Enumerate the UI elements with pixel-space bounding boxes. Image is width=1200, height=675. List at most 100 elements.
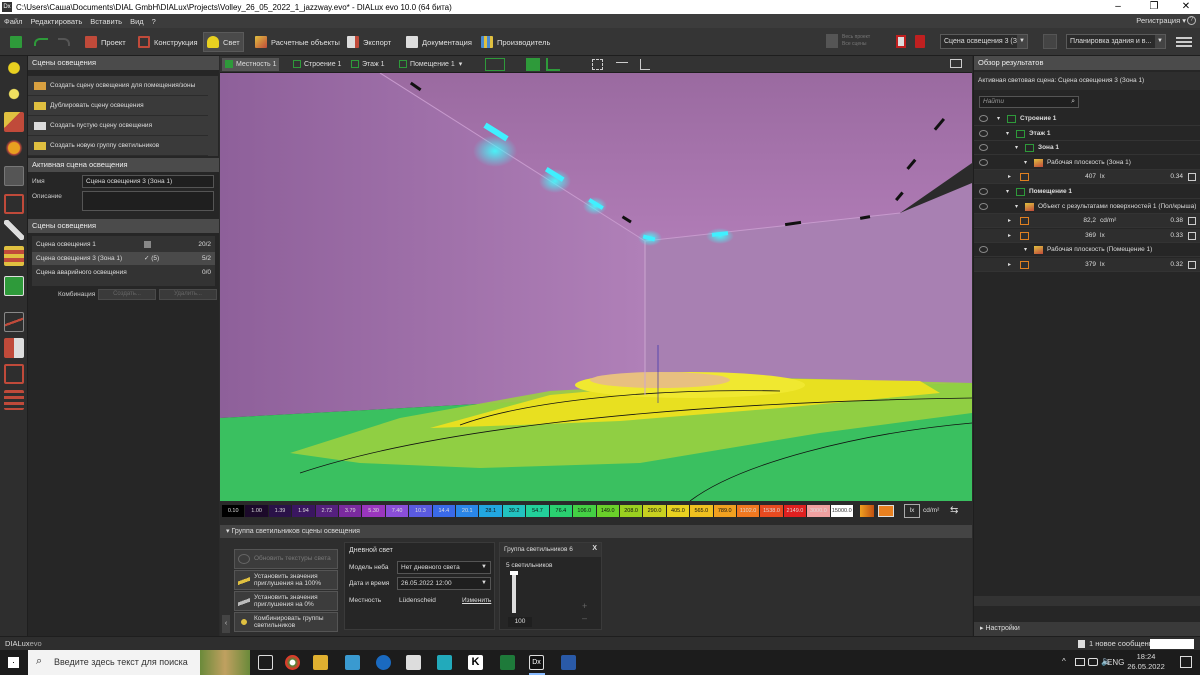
dimmer-slider-thumb[interactable] [510, 571, 518, 575]
tools-icon[interactable] [4, 220, 24, 240]
new-message-text[interactable]: 1 новое сообщение [1089, 639, 1157, 648]
scene-item-3[interactable]: Сцена освещения 3 (Зона 1) ✓ (5) 5/2 [32, 252, 215, 265]
dialux-taskbar-icon[interactable]: Dx [529, 655, 544, 670]
tree-node[interactable]: ▾ Рабочая плоскость (Помещение 1) [974, 243, 1200, 258]
description-input[interactable] [82, 191, 214, 211]
results-search-input[interactable]: Найти ⌕ [979, 96, 1079, 108]
3d-viewport[interactable] [220, 73, 972, 501]
scene-checkmark[interactable]: ✓ (5) [144, 252, 159, 265]
collapse-arrow-icon[interactable]: ‹ [222, 615, 230, 633]
notification-icon[interactable] [1180, 656, 1192, 668]
change-location-link[interactable]: Изменить [462, 597, 491, 604]
scene-item-1[interactable]: Сцена освещения 1 20/2 [32, 238, 215, 251]
edit-result-icon[interactable] [1188, 231, 1196, 240]
help-icon[interactable]: ? [1187, 16, 1196, 25]
edit-result-icon[interactable] [1188, 261, 1196, 269]
room-rendering[interactable] [220, 73, 972, 501]
battery-icon[interactable] [1075, 658, 1085, 666]
visibility-eye-icon[interactable] [979, 115, 988, 122]
set-dim-0-button[interactable]: Установить значения приглушения на 0% [234, 591, 338, 611]
tree-node[interactable]: ▾ Помещение 1 [974, 185, 1200, 199]
scale-color-icon[interactable] [878, 505, 894, 517]
word-icon[interactable] [561, 655, 576, 670]
stop-calc-icon[interactable] [896, 35, 906, 48]
tab-floor[interactable]: Этаж 1 [348, 58, 388, 71]
layers-icon[interactable] [4, 246, 24, 266]
edit-result-icon[interactable] [1188, 173, 1196, 182]
swap-icon[interactable]: ⇆ [950, 505, 958, 516]
list-icon[interactable] [4, 390, 24, 410]
tree-node[interactable]: ▾ Зона 1 [974, 141, 1200, 156]
visibility-eye-icon[interactable] [979, 246, 988, 254]
emergency-icon[interactable] [4, 194, 24, 214]
dimmer-value[interactable]: 100 [508, 617, 532, 627]
tree-result-row[interactable]: ▸ 82,2 cd/m² 0.38 [974, 214, 1200, 229]
tree-node[interactable]: ▾ Строение 1 [974, 112, 1200, 126]
scene-name-input[interactable]: Сцена освещения 3 (Зона 1) [82, 175, 214, 188]
menu-edit[interactable]: Редактировать [26, 17, 86, 26]
app-icon[interactable] [437, 655, 452, 670]
decrease-icon[interactable]: – [582, 613, 587, 623]
calculate-icon[interactable] [826, 34, 838, 48]
tab-building[interactable]: Строение 1 [290, 58, 344, 71]
network-icon[interactable] [1088, 658, 1098, 666]
bulb-icon[interactable] [4, 86, 24, 106]
tree-node[interactable]: ▾ Рабочая плоскость (Зона 1) [974, 156, 1200, 170]
tree-node[interactable]: ▾ Этаж 1 [974, 127, 1200, 141]
color-light-icon[interactable] [4, 138, 24, 158]
close-group-icon[interactable]: X [592, 545, 597, 552]
gradient-toggle-icon[interactable] [860, 505, 874, 517]
combo-create-button[interactable]: Создать... [98, 289, 156, 300]
tree-result-row[interactable]: ▸ 407 lx 0.34 [974, 170, 1200, 185]
notepad-icon[interactable] [406, 655, 421, 670]
measure-icon[interactable] [616, 62, 628, 67]
expand-arrow-icon[interactable]: ▾ [1006, 127, 1009, 141]
tree-node[interactable]: ▾ Объект с результатами поверхностей 1 (П… [974, 200, 1200, 214]
tab-terrain[interactable]: Местность 1 [222, 58, 280, 71]
create-room-scene-button[interactable]: Создать сцену освещения для помещения/зо… [28, 76, 208, 96]
scene-settings-icon[interactable] [1043, 34, 1057, 49]
visibility-eye-icon[interactable] [979, 144, 988, 152]
expand-arrow-icon[interactable]: ▸ [1008, 258, 1011, 272]
datetime-select[interactable]: 26.05.2022 12:00 ▼ [397, 577, 491, 590]
menu-view[interactable]: Вид [126, 17, 148, 26]
tab-documentation[interactable]: Документация [403, 32, 475, 52]
excel-icon[interactable] [500, 655, 515, 670]
expand-arrow-icon[interactable]: ▸ [1008, 229, 1011, 243]
split-icon[interactable] [4, 338, 24, 358]
actions-scrollbar[interactable] [208, 76, 218, 156]
settings-expander[interactable]: ▸ Настройки [974, 622, 1200, 636]
tab-calc-objects[interactable]: Расчетные объекты [252, 32, 343, 52]
menu-help[interactable]: ? [148, 17, 160, 26]
hamburger-menu-icon[interactable] [1176, 37, 1192, 39]
undo-icon[interactable] [34, 38, 48, 46]
photos-icon[interactable] [345, 655, 360, 670]
expand-arrow-icon[interactable]: ▾ [1024, 243, 1027, 257]
tray-expand-icon[interactable]: ^ [1062, 657, 1066, 666]
sky-model-select[interactable]: Нет дневного света ▼ [397, 561, 491, 574]
luminaire-icon[interactable] [4, 60, 24, 80]
task-view-icon[interactable] [258, 655, 273, 670]
taskbar-search-box[interactable]: ⌕ Введите здесь текст для поиска [28, 650, 250, 675]
results-icon[interactable] [4, 276, 24, 296]
combo-delete-button[interactable]: Удалить... [159, 289, 217, 300]
scene-item-emergency[interactable]: Сцена аварийного освещения 0/0 [32, 266, 215, 279]
save-icon[interactable] [10, 36, 22, 48]
unit-lx-button[interactable]: lx [904, 504, 920, 518]
search-icon[interactable]: ⌕ [1071, 98, 1075, 106]
tree-result-row[interactable]: ▸ 379 lx 0.32 [974, 258, 1200, 272]
tree-horizontal-scrollbar[interactable] [974, 596, 1200, 606]
arrange-icon[interactable] [4, 112, 24, 132]
tree-result-row[interactable]: ▸ 369 lx 0.33 [974, 228, 1200, 243]
expand-arrow-icon[interactable]: ▸ [1008, 214, 1011, 228]
view-select[interactable]: Планировка здания и в... ▼ [1066, 34, 1166, 49]
scene-checkbox[interactable] [144, 241, 151, 248]
plane-icon[interactable] [526, 58, 540, 71]
tab-light[interactable]: Свет [203, 32, 244, 52]
tab-project[interactable]: Проект [82, 32, 129, 52]
chrome-icon[interactable] [285, 655, 300, 670]
expand-arrow-icon[interactable]: ▾ [1015, 200, 1018, 214]
graph-icon[interactable] [4, 312, 24, 332]
visibility-eye-icon[interactable] [979, 158, 988, 166]
expand-arrow-icon[interactable]: ▾ [997, 112, 1000, 126]
